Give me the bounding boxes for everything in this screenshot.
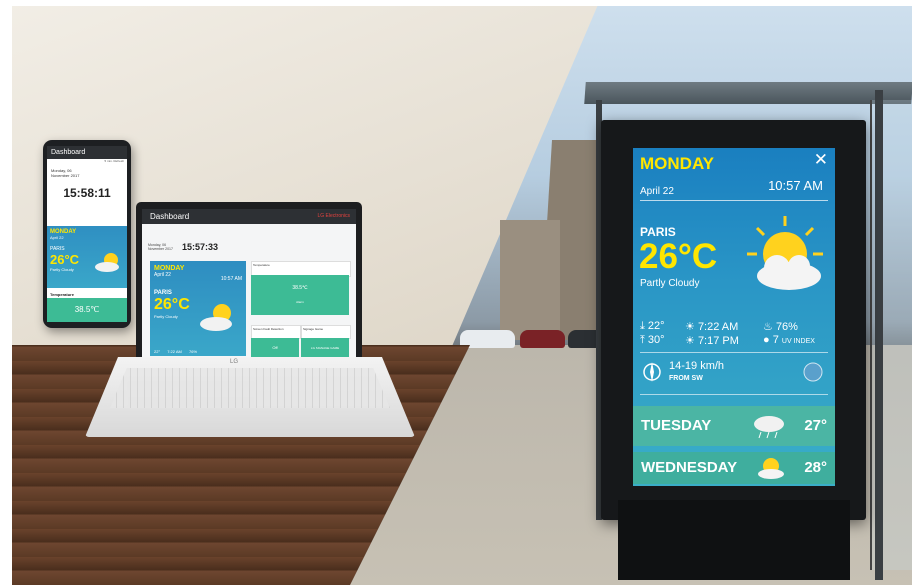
weather-date: April 22 [50,235,64,240]
partly-cloudy-icon [758,458,784,479]
forecast-day: WEDNESDAY [641,459,738,476]
scene: Dashboard 5 min. Refresh Monday, 06 Nove… [0,0,912,585]
bus-shelter-roof [584,82,912,104]
weather-temp: 26°C [639,237,718,276]
phone: Dashboard 5 min. Refresh Monday, 06 Nove… [43,140,131,328]
lg-logo: LG [230,359,239,365]
humidity: 76% [775,321,798,333]
sunset-icon: ☀ [685,335,695,347]
divider [640,394,828,395]
low-temp-row: ⤓ 22° [640,320,665,332]
panel-screen-fault-title: Screen Fault Detection [251,325,301,339]
app-title: Dashboard [47,146,127,159]
date-line2: November 2017 [51,173,80,178]
weather-time: 10:57 AM [768,178,823,193]
weather-time: 10:57 AM [220,276,242,282]
weather-widget[interactable]: MONDAY April 22 10:57 AM PARIS 26°C Part… [150,261,246,356]
panel-temperature-value: 38.5℃ [292,285,308,291]
sunrise-icon: ☀ [685,321,695,333]
panel-temperature[interactable]: 38.5℃ Alarm [251,275,349,315]
high-temp: 30° [647,334,665,346]
low-temp: 22° [154,349,161,354]
forecast-row: TUESDAY 27° [633,406,835,446]
weather-widget[interactable]: MONDAY April 22 PARIS 26°C Partly Cloudy [47,226,127,288]
humidity-icon: ♨ [763,321,773,333]
uv-value: 7 [772,334,779,346]
panel-signage-game-title: Signage Game [301,325,351,339]
sunset: 7:17 PM [697,335,739,347]
wind-compass-icon [643,362,661,382]
signage-screen: MONDAY ✕ April 22 10:57 AM PARIS 26°C Pa… [633,148,835,486]
partly-cloudy-icon [747,216,823,290]
forecast-temp: 27° [804,417,827,434]
app-title: Dashboard [150,212,190,221]
humidity-row: ♨ 76% [763,320,798,333]
close-icon[interactable]: ✕ [814,150,828,170]
dashboard-screen: Dashboard LG Electronics Monday, 06 Nove… [142,209,356,359]
left-margin [0,0,12,585]
weather-details: 22° 7:22 AM 76% [154,349,197,354]
divider [640,200,828,201]
clock: 15:57:33 [182,242,219,252]
uv-label: UV INDEX [781,338,815,345]
sunset-row: ☀ 7:17 PM [685,334,739,347]
temperature-value: 38.5℃ [47,298,127,322]
temperature-label: Temperature [50,292,74,297]
weather-day: MONDAY [154,265,185,272]
forecast-row: WEDNESDAY 28° [633,452,835,484]
wind-direction: FROM SW [669,375,703,382]
laptop-screen: Dashboard LG Electronics Monday, 06 Nove… [136,202,362,359]
phone-screen: Dashboard 5 min. Refresh Monday, 06 Nove… [47,146,127,322]
weather-day: MONDAY [50,229,77,235]
uv-row: ● 7 UV INDEX [763,334,815,346]
humidity: 76% [189,349,198,354]
sunrise: 7:22 AM [167,349,182,354]
dashboard-header: Dashboard LG Electronics [142,209,356,224]
top-margin [0,0,912,6]
parked-cars [460,325,610,353]
kiosk-base [618,500,850,580]
building [500,220,560,340]
forecast-day: TUESDAY [641,417,712,434]
sunrise-row: ☀ 7:22 AM [685,320,738,333]
partly-cloudy-icon [200,304,232,331]
forecast-temp: 28° [804,459,827,476]
sunrise: 7:22 AM [697,321,739,333]
refresh-toggle[interactable]: 5 min. Refresh [47,159,127,163]
panel-screen-fault-value[interactable]: Off [251,338,299,358]
date-line2: November 2017 [148,247,173,251]
weather-day: MONDAY [640,154,714,173]
divider [640,352,828,353]
rain-cloud-icon [754,416,784,439]
clock: 15:58:11 [63,186,111,200]
shelter-pole [875,90,883,580]
partly-cloudy-icon [95,253,119,272]
low-temp: 22° [647,320,665,332]
brand-logo: LG Electronics [317,213,350,219]
wind-speed: 14-19 km/h [669,360,725,372]
panel-temperature-sub: Alarm [296,300,304,304]
weather-date: April 22 [640,186,674,197]
high-temp-row: ⤒ 30° [640,334,665,346]
keyboard [110,368,390,408]
moon-icon [803,362,823,382]
weather-condition: Partly Cloudy [640,278,700,289]
panel-signage-game-value[interactable]: LG SIGNAGE GAME [301,338,349,358]
